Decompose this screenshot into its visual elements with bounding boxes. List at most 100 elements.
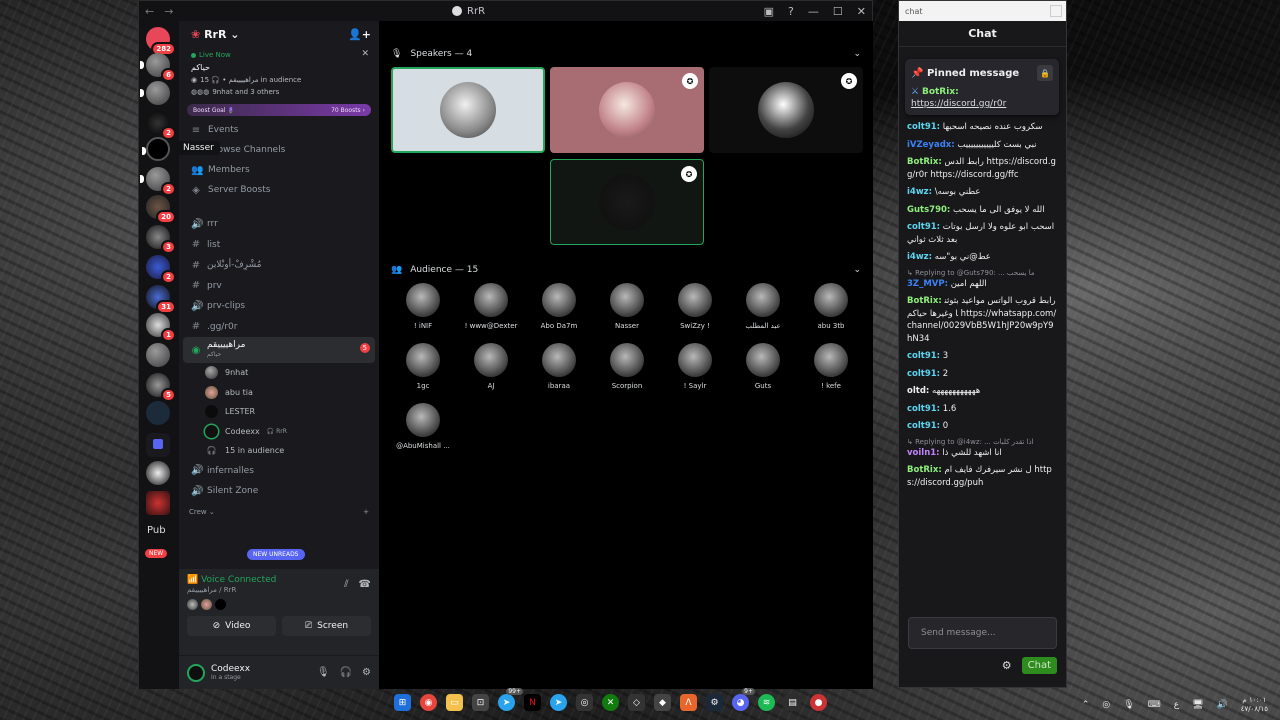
server-icon[interactable]	[146, 461, 170, 485]
store-icon[interactable]: ⊡	[472, 694, 489, 711]
app-icon[interactable]: ●	[810, 694, 827, 711]
xbox-icon[interactable]: ✕	[602, 694, 619, 711]
server-icon[interactable]	[146, 343, 170, 367]
server-header[interactable]: ❀ RrR ⌄ 👤+	[179, 21, 379, 47]
discord-icon[interactable]: ◕ 9+	[732, 688, 755, 711]
chevron-down-icon[interactable]: ⌄	[853, 265, 861, 275]
chat-username[interactable]: BotRix:	[907, 157, 942, 167]
speaker-tile[interactable]	[391, 67, 545, 153]
app-icon[interactable]: ▤	[784, 694, 801, 711]
audience-member[interactable]: Guts	[730, 343, 796, 390]
category-crew[interactable]: Crew ⌄ +	[179, 502, 379, 522]
steam-icon[interactable]: ⚙	[706, 694, 723, 711]
microphone-icon[interactable]: 🎙	[317, 667, 330, 678]
chat-username[interactable]: i4wz:	[907, 252, 932, 262]
server-icon[interactable]	[146, 401, 170, 425]
channel-prv-clips[interactable]: 🔊 prv-clips	[179, 296, 379, 317]
dismiss-icon[interactable]: ✕	[361, 49, 369, 59]
network-icon[interactable]: 🖥	[1192, 700, 1203, 710]
netflix-icon[interactable]: N	[524, 694, 541, 711]
headphones-icon[interactable]: 🎧	[340, 667, 352, 678]
language-indicator[interactable]: ع	[1174, 700, 1179, 710]
server-icon[interactable]: 3	[146, 225, 176, 254]
chat-username[interactable]: colt91:	[907, 369, 940, 379]
clock[interactable]: ١٠:٠١ م ٤٧/٠٨/١٥	[1241, 696, 1268, 714]
speaker-tile[interactable]: ✪	[709, 67, 863, 153]
pinned-link[interactable]: https://discord.gg/r0r	[911, 99, 1006, 109]
telegram-icon[interactable]: ➤	[550, 694, 567, 711]
nav-members[interactable]: 👥 Members	[179, 160, 379, 180]
live-stage-card[interactable]: Live Now حياكم ◉ مراهييييقم • 🎧 15 in aud…	[183, 47, 375, 100]
settings-icon[interactable]: ⚙	[1002, 659, 1012, 672]
forward-arrow-icon[interactable]: →	[164, 5, 173, 18]
audience-member[interactable]: Scorpion	[594, 343, 660, 390]
voice-user[interactable]: 9nhat	[179, 363, 379, 383]
chrome-icon[interactable]: ◉	[420, 694, 437, 711]
audience-member[interactable]: 1gc	[390, 343, 456, 390]
chat-username[interactable]: colt91:	[907, 122, 940, 132]
chevron-down-icon[interactable]: ⌄	[853, 49, 861, 59]
audience-member[interactable]: ibaraa	[526, 343, 592, 390]
channel-rrr[interactable]: 🔊 rrr	[179, 214, 379, 235]
chat-username[interactable]: BotRix:	[907, 296, 942, 306]
add-channel-icon[interactable]: +	[363, 508, 369, 516]
direct-messages-icon[interactable]: 282	[146, 27, 176, 56]
pinned-message[interactable]: 📌 Pinned message 🔒 ⚔ BotRix: https://dis…	[905, 59, 1059, 115]
speakers-header[interactable]: 🎙 Speakers — 4 ⌄	[379, 41, 873, 67]
voice-user[interactable]: abu tia	[179, 383, 379, 403]
audience-member[interactable]: ! kefe	[798, 343, 864, 390]
channel-infernalles[interactable]: 🔊 infernalles	[179, 461, 379, 482]
audience-member[interactable]: Nasser	[594, 283, 660, 330]
noise-suppression-icon[interactable]: ⫽	[344, 579, 348, 590]
server-icon[interactable]: 2	[146, 111, 176, 140]
speaker-tile[interactable]: ✪	[550, 67, 704, 153]
audience-member[interactable]: ! iNIF	[390, 283, 456, 330]
back-arrow-icon[interactable]: ←	[145, 5, 154, 18]
close-icon[interactable]: ✕	[857, 5, 866, 18]
pub-server-label[interactable]: Pub	[147, 525, 166, 536]
app-icon[interactable]: Λ	[680, 694, 697, 711]
maximize-icon[interactable]: ☐	[833, 5, 843, 18]
voice-user[interactable]: LESTER	[179, 402, 379, 422]
audience-member[interactable]: ! www@Dexter	[458, 283, 524, 330]
server-icon[interactable]: 20	[146, 195, 176, 224]
keyboard-icon[interactable]: ⌨	[1148, 700, 1161, 710]
minimize-icon[interactable]: —	[808, 5, 819, 18]
audience-header[interactable]: 👥 Audience — 15 ⌄	[379, 257, 873, 283]
channel-moderator[interactable]: # مُشْرِفْ-أونْلاين	[179, 255, 379, 276]
chat-username[interactable]: voiln1:	[907, 448, 940, 458]
chat-username[interactable]: oltd:	[907, 386, 929, 396]
audience-member[interactable]: ! Saylr	[662, 343, 728, 390]
chat-username[interactable]: colt91:	[907, 421, 940, 431]
audience-member[interactable]: Abo Da7m	[526, 283, 592, 330]
folder-icon[interactable]	[146, 433, 170, 457]
audience-member[interactable]: عبد المطلب	[730, 283, 796, 330]
chat-username[interactable]: iVZeyadx:	[907, 140, 955, 150]
volume-icon[interactable]: 🔊	[1217, 700, 1228, 710]
spotify-icon[interactable]: ≋	[758, 694, 775, 711]
audience-member[interactable]: AJ	[458, 343, 524, 390]
chevron-up-icon[interactable]: ⌃	[1082, 700, 1090, 710]
server-icon[interactable]	[146, 491, 170, 515]
voice-connected-title[interactable]: Voice Connected	[201, 575, 276, 585]
boost-goal-bar[interactable]: Boost Goal 🪻 70 Boosts ›	[187, 104, 371, 116]
nav-events[interactable]: ≡ Events	[179, 120, 379, 140]
new-unreads-pill[interactable]: NEW UNREADS	[247, 549, 305, 560]
channel-silent-zone[interactable]: 🔊 Silent Zone	[179, 481, 379, 502]
start-icon[interactable]: ⊞	[394, 694, 411, 711]
audience-member[interactable]: SwiZzy !	[662, 283, 728, 330]
app-icon[interactable]: ◆	[654, 694, 671, 711]
microphone-icon[interactable]: 🎙	[1123, 700, 1134, 710]
audience-count-row[interactable]: 🎧 15 in audience	[179, 441, 379, 461]
video-button[interactable]: ⊘ Video	[187, 616, 276, 636]
server-icon[interactable]	[142, 137, 170, 161]
chat-username[interactable]: i4wz:	[907, 187, 932, 197]
server-icon[interactable]: 31	[146, 285, 176, 314]
chat-username[interactable]: colt91:	[907, 222, 940, 232]
help-icon[interactable]: ?	[788, 5, 794, 18]
nav-server-boosts[interactable]: ◈ Server Boosts	[179, 180, 379, 200]
file-explorer-icon[interactable]: ▭	[446, 694, 463, 711]
audience-member[interactable]: abu 3tb	[798, 283, 864, 330]
channel-gg-r0r[interactable]: # .gg/r0r	[179, 317, 379, 338]
tray-app-icon[interactable]: ◎	[1102, 700, 1110, 710]
